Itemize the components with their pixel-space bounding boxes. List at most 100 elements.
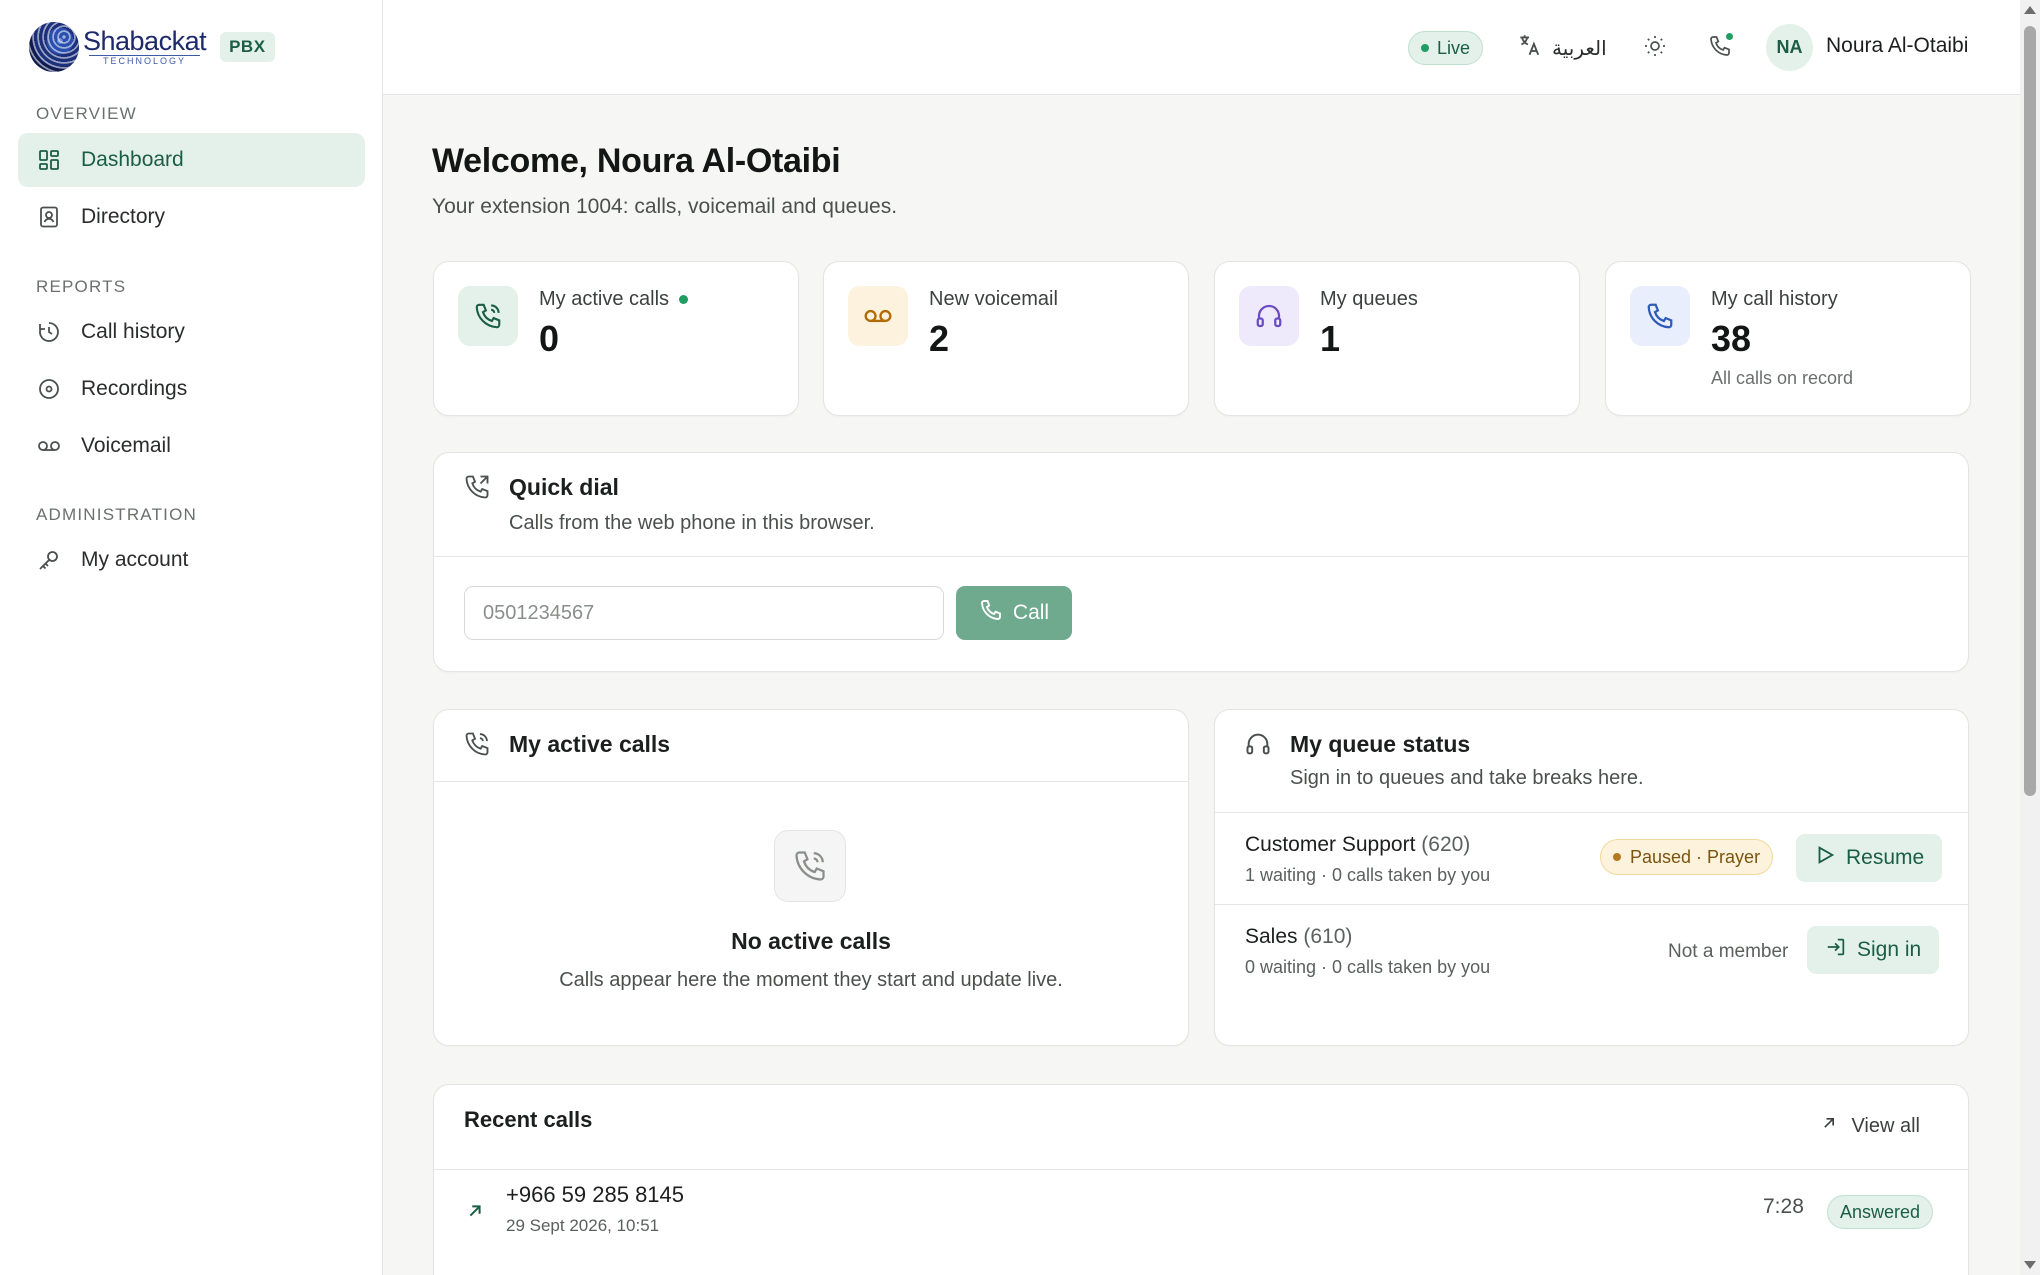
- outgoing-arrow-icon: [464, 1200, 486, 1222]
- nav-section-overview: OVERVIEW: [36, 104, 137, 123]
- sidebar-item-call-history[interactable]: Call history: [18, 305, 365, 359]
- queue-extension: (610): [1303, 925, 1353, 948]
- clock-history-icon: [36, 319, 62, 345]
- queue-status-card: My queue status Sign in to queues and ta…: [1214, 709, 1969, 1046]
- play-icon: [1814, 844, 1836, 872]
- sidebar-item-label: Recordings: [81, 377, 188, 400]
- translate-icon: [1516, 32, 1542, 64]
- sidebar-item-directory[interactable]: Directory: [18, 190, 365, 244]
- headset-icon: [1239, 286, 1299, 346]
- call-button[interactable]: Call: [956, 586, 1072, 640]
- status-badge: Answered: [1827, 1195, 1934, 1229]
- queue-name: Customer Support: [1245, 833, 1416, 856]
- voicemail-icon: [36, 433, 62, 459]
- dial-number-input[interactable]: [464, 586, 944, 640]
- phone-ringing-icon: [458, 286, 518, 346]
- stat-value: 38: [1711, 318, 1752, 359]
- sidebar-item-label: Dashboard: [81, 148, 184, 171]
- divider: [434, 781, 1188, 782]
- recent-calls-title: Recent calls: [464, 1107, 593, 1132]
- table-row[interactable]: +966 59 285 8145 29 Sept 2026, 10:51 7:2…: [434, 1170, 1968, 1256]
- sidebar: Shabackat TECHNOLOGY PBX OVERVIEW Dashbo…: [0, 0, 383, 1275]
- stat-label: New voicemail: [929, 288, 1058, 310]
- theme-toggle-button[interactable]: [1638, 31, 1672, 65]
- contact-book-icon: [36, 204, 62, 230]
- stat-value: 1: [1320, 318, 1341, 359]
- stat-card-my-queues[interactable]: My queues 1: [1214, 261, 1580, 416]
- call-date: 29 Sept 2026, 10:51: [506, 1216, 660, 1235]
- phone-outgoing-icon: [462, 472, 492, 502]
- headset-icon: [1243, 729, 1273, 759]
- live-dot-icon: [1421, 44, 1429, 52]
- resume-button[interactable]: Resume: [1796, 834, 1943, 882]
- sidebar-item-recordings[interactable]: Recordings: [18, 362, 365, 416]
- queue-row-customer-support: Customer Support (620) 1 waiting · 0 cal…: [1215, 813, 1968, 904]
- queue-name: Sales: [1245, 925, 1298, 948]
- page-title: Welcome, Noura Al-Otaibi: [432, 142, 841, 180]
- language-switch-button[interactable]: العربية: [1516, 30, 1607, 66]
- brand-logo[interactable]: Shabackat TECHNOLOGY PBX: [29, 19, 275, 75]
- quick-dial-description: Calls from the web phone in this browser…: [509, 512, 875, 534]
- queue-status-title: My queue status: [1290, 731, 1471, 757]
- stat-card-new-voicemail[interactable]: New voicemail 2: [823, 261, 1189, 416]
- logo-name: Shabackat: [83, 26, 207, 56]
- phone-icon: [1630, 286, 1690, 346]
- sign-in-button[interactable]: Sign in: [1807, 926, 1940, 974]
- quick-dial-card: Quick dial Calls from the web phone in t…: [433, 452, 1969, 672]
- user-name[interactable]: Noura Al-Otaibi: [1826, 34, 1968, 58]
- stat-label: My queues: [1320, 288, 1418, 310]
- language-label: العربية: [1552, 37, 1607, 60]
- call-button-label: Call: [1012, 601, 1050, 624]
- queue-row-sales: Sales (610) 0 waiting · 0 calls taken by…: [1215, 905, 1968, 996]
- page-subtitle: Your extension 1004: calls, voicemail an…: [432, 195, 898, 218]
- disc-icon: [36, 376, 62, 402]
- sidebar-item-label: Voicemail: [81, 434, 171, 457]
- divider: [434, 556, 1968, 557]
- phone-icon: [979, 598, 1003, 628]
- queue-meta: 0 waiting · 0 calls taken by you: [1245, 957, 1491, 977]
- call-duration: 7:28: [1763, 1195, 1804, 1218]
- resume-button-label: Resume: [1846, 846, 1925, 869]
- web-phone-button[interactable]: [1703, 31, 1737, 65]
- stat-card-active-calls[interactable]: My active calls 0: [433, 261, 799, 416]
- scroll-down-arrow-icon[interactable]: [2024, 1261, 2036, 1269]
- view-all-label: View all: [1851, 1114, 1920, 1137]
- stat-label: My call history: [1711, 288, 1838, 310]
- live-label: Live: [1437, 37, 1471, 58]
- dashboard-grid-icon: [36, 147, 62, 173]
- voicemail-icon: [848, 286, 908, 346]
- live-dot-icon: [679, 295, 689, 304]
- avatar[interactable]: NA: [1766, 24, 1813, 71]
- active-calls-card: My active calls No active calls Calls ap…: [433, 709, 1189, 1046]
- arrow-up-right-icon: [1819, 1113, 1839, 1139]
- paused-status-label: Paused · Prayer: [1630, 846, 1761, 867]
- sidebar-item-label: My account: [81, 548, 189, 571]
- sun-icon: [1643, 34, 1667, 63]
- empty-state-title: No active calls: [731, 928, 891, 954]
- quick-dial-title: Quick dial: [509, 474, 619, 500]
- nav-section-administration: ADMINISTRATION: [36, 505, 197, 524]
- view-all-link[interactable]: View all: [1819, 1113, 1920, 1139]
- sign-in-arrow-icon: [1825, 936, 1847, 964]
- recent-calls-card: Recent calls View all +966 59 285 8145 2…: [433, 1084, 1969, 1275]
- nav-section-reports: REPORTS: [36, 277, 127, 296]
- top-bar: Live العربية NA Noura Al-Otaibi: [383, 0, 2020, 95]
- sign-in-button-label: Sign in: [1857, 938, 1922, 961]
- stat-value: 2: [929, 318, 950, 359]
- sidebar-item-my-account[interactable]: My account: [18, 533, 365, 587]
- key-icon: [36, 547, 62, 573]
- stat-note: All calls on record: [1711, 368, 1854, 388]
- sidebar-item-voicemail[interactable]: Voicemail: [18, 419, 365, 473]
- page-scrollbar[interactable]: [2020, 0, 2040, 1275]
- phone-ringing-icon: [462, 729, 492, 759]
- active-calls-title: My active calls: [509, 731, 671, 757]
- sidebar-item-dashboard[interactable]: Dashboard: [18, 133, 365, 187]
- stat-value: 0: [539, 318, 560, 359]
- empty-state-description: Calls appear here the moment they start …: [559, 969, 1063, 991]
- globe-logo-icon: [29, 22, 79, 72]
- scroll-up-arrow-icon[interactable]: [2024, 6, 2036, 14]
- stat-card-call-history[interactable]: My call history 38 All calls on record: [1605, 261, 1971, 416]
- queue-extension: (620): [1421, 833, 1471, 856]
- scrollbar-thumb[interactable]: [2024, 26, 2036, 796]
- paused-dot-icon: [1613, 853, 1621, 861]
